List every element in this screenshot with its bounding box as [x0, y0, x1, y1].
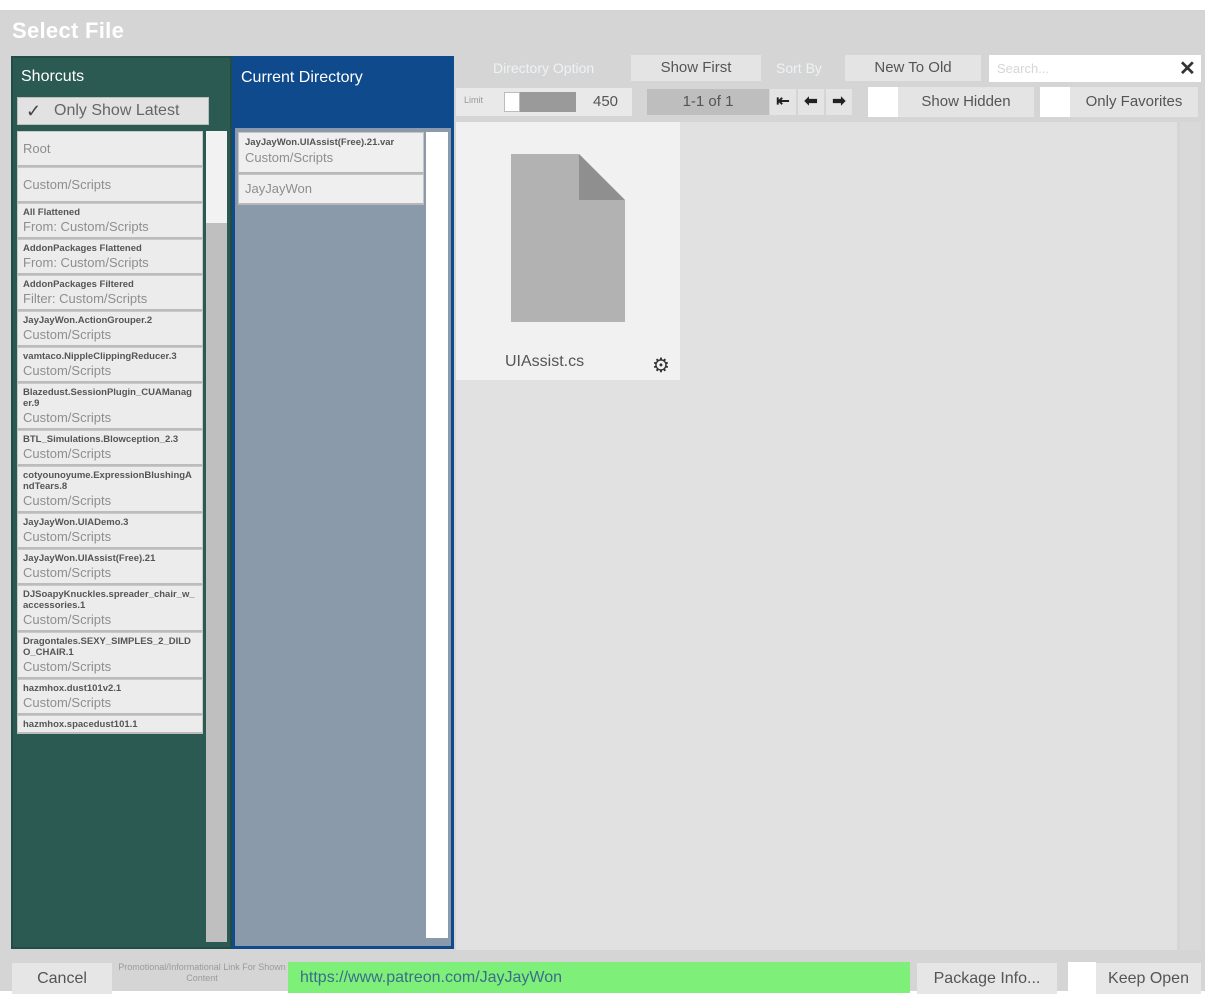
shortcut-sub: Custom/Scripts	[23, 659, 112, 674]
search-input[interactable]	[989, 55, 1201, 82]
shortcuts-scrollbar[interactable]	[206, 131, 227, 942]
shortcut-sub: Custom/Scripts	[23, 612, 112, 627]
promo-url-link[interactable]: https://www.patreon.com/JayJayWon	[288, 962, 910, 993]
current-directory-scrollbar[interactable]	[426, 132, 448, 938]
file-name: UIAssist.cs	[505, 353, 585, 370]
sort-by-label: Sort By	[776, 60, 822, 76]
current-directory-panel: Current Directory JayJayWon.UIAssist(Fre…	[232, 56, 454, 949]
current-directory-title: Current Directory	[241, 69, 363, 86]
directory-sub: JayJayWon	[245, 181, 312, 196]
shortcut-sub: Custom/Scripts	[23, 529, 112, 544]
shortcut-item-root[interactable]: Root	[17, 131, 203, 167]
show-hidden-label[interactable]: Show Hidden	[898, 87, 1034, 117]
gear-icon[interactable]: ⚙	[652, 353, 670, 378]
shortcut-name: DJSoapyKnuckles.spreader_chair_w_accesso…	[23, 589, 195, 611]
shortcut-item[interactable]: JayJayWon.UIAssist(Free).21 Custom/Scrip…	[17, 549, 203, 585]
shortcut-item[interactable]: AddonPackages Flattened From: Custom/Scr…	[17, 239, 203, 275]
checkmark-icon: ✓	[26, 101, 42, 121]
shortcut-sub: Custom/Scripts	[23, 363, 112, 378]
shortcut-item[interactable]: vamtaco.NippleClippingReducer.3 Custom/S…	[17, 347, 203, 383]
keep-open-label[interactable]: Keep Open	[1096, 963, 1201, 994]
shortcut-name: AddonPackages Flattened	[23, 243, 142, 254]
show-first-button[interactable]: Show First	[631, 55, 761, 81]
file-grid: UIAssist.cs ⚙	[456, 122, 1177, 950]
shortcut-list: Root Custom/Scripts All Flattened From: …	[17, 131, 203, 943]
dialog-title: Select File	[12, 18, 125, 43]
shortcut-sub: Custom/Scripts	[23, 446, 112, 461]
only-favorites-checkbox[interactable]	[1040, 87, 1070, 117]
shortcut-name: Blazedust.SessionPlugin_CUAManager.9	[23, 387, 192, 409]
shortcut-sub: Custom/Scripts	[23, 327, 112, 342]
limit-slider-handle[interactable]	[504, 92, 520, 112]
shortcut-name: hazmhox.dust101v2.1	[23, 683, 122, 694]
shortcut-name: hazmhox.spacedust101.1	[23, 719, 138, 730]
cancel-button[interactable]: Cancel	[12, 963, 112, 994]
shortcut-name: Dragontales.SEXY_SIMPLES_2_DILDO_CHAIR.1	[23, 636, 191, 658]
shortcut-sub: Custom/Scripts	[23, 565, 112, 580]
first-page-icon[interactable]: ⇤	[770, 89, 796, 115]
shortcut-sub: Custom/Scripts	[23, 695, 112, 710]
only-show-latest-label: Only Show Latest	[54, 102, 180, 119]
shortcut-sub: Filter: Custom/Scripts	[23, 291, 148, 306]
current-directory-header: Current Directory	[235, 59, 451, 128]
shortcut-sub: From: Custom/Scripts	[23, 255, 149, 270]
shortcut-sub: Custom/Scripts	[23, 410, 112, 425]
keep-open-checkbox[interactable]	[1068, 962, 1096, 993]
next-page-icon[interactable]: ➡	[826, 89, 852, 115]
shortcut-name: BTL_Simulations.Blowception_2.3	[23, 434, 179, 445]
page-indicator: 1-1 of 1	[647, 89, 769, 115]
shortcuts-scroll-thumb[interactable]	[206, 131, 227, 223]
close-icon[interactable]: ✕	[1179, 56, 1196, 81]
file-grid-scrollbar[interactable]	[1180, 122, 1201, 950]
shortcut-name: JayJayWon.UIAssist(Free).21	[23, 553, 156, 564]
shortcut-item[interactable]: hazmhox.spacedust101.1	[17, 715, 203, 734]
limit-value: 450	[593, 93, 619, 110]
promo-link-label: Promotional/Informational Link For Shown…	[118, 962, 286, 983]
shortcut-item[interactable]: cotyounoyume.ExpressionBlushingAndTears.…	[17, 466, 203, 513]
show-hidden-checkbox[interactable]	[868, 87, 898, 117]
shortcut-item-custom-scripts[interactable]: Custom/Scripts	[17, 167, 203, 203]
shortcut-name: All Flattened	[23, 207, 81, 218]
directory-option-label: Directory Option	[493, 60, 595, 76]
package-info-button[interactable]: Package Info...	[917, 963, 1057, 994]
shortcut-item[interactable]: Blazedust.SessionPlugin_CUAManager.9 Cus…	[17, 383, 203, 430]
directory-sub: Custom/Scripts	[245, 150, 334, 165]
shortcuts-panel: Shorcuts ✓ Only Show Latest Root Custom/…	[11, 56, 232, 949]
shortcuts-title: Shorcuts	[21, 68, 85, 85]
shortcut-name: JayJayWon.ActionGrouper.2	[23, 315, 153, 326]
file-card[interactable]: UIAssist.cs ⚙	[456, 122, 680, 380]
sort-order-button[interactable]: New To Old	[845, 55, 981, 81]
document-icon	[511, 154, 625, 322]
shortcut-name: JayJayWon.UIADemo.3	[23, 517, 129, 528]
shortcut-item[interactable]: JayJayWon.UIADemo.3 Custom/Scripts	[17, 513, 203, 549]
shortcut-item[interactable]: AddonPackages Filtered Filter: Custom/Sc…	[17, 275, 203, 311]
only-show-latest-toggle[interactable]: ✓ Only Show Latest	[17, 97, 209, 125]
current-directory-list: JayJayWon.UIAssist(Free).21.var Custom/S…	[238, 132, 424, 205]
shortcut-name: cotyounoyume.ExpressionBlushingAndTears.…	[23, 470, 192, 492]
shortcut-item[interactable]: All Flattened From: Custom/Scripts	[17, 203, 203, 239]
limit-label: Limit	[464, 95, 484, 105]
shortcut-sub: Custom/Scripts	[23, 493, 112, 508]
shortcut-item[interactable]: Dragontales.SEXY_SIMPLES_2_DILDO_CHAIR.1…	[17, 632, 203, 679]
directory-item[interactable]: JayJayWon.UIAssist(Free).21.var Custom/S…	[238, 132, 424, 174]
shortcut-item[interactable]: hazmhox.dust101v2.1 Custom/Scripts	[17, 679, 203, 715]
select-file-dialog: Select File Shorcuts ✓ Only Show Latest …	[0, 10, 1205, 994]
shortcut-item[interactable]: BTL_Simulations.Blowception_2.3 Custom/S…	[17, 430, 203, 466]
limit-slider-group: Limit 450	[456, 88, 632, 116]
shortcut-label: Root	[23, 141, 51, 156]
prev-page-icon[interactable]: ⬅	[798, 89, 824, 115]
shortcut-item[interactable]: JayJayWon.ActionGrouper.2 Custom/Scripts	[17, 311, 203, 347]
shortcut-name: vamtaco.NippleClippingReducer.3	[23, 351, 177, 362]
shortcut-sub: From: Custom/Scripts	[23, 219, 149, 234]
only-favorites-label[interactable]: Only Favorites	[1070, 87, 1198, 117]
directory-name: JayJayWon.UIAssist(Free).21.var	[245, 137, 395, 148]
shortcut-item[interactable]: DJSoapyKnuckles.spreader_chair_w_accesso…	[17, 585, 203, 632]
directory-item[interactable]: JayJayWon	[238, 174, 424, 205]
shortcut-name: AddonPackages Filtered	[23, 279, 134, 290]
shortcut-label: Custom/Scripts	[23, 177, 112, 192]
